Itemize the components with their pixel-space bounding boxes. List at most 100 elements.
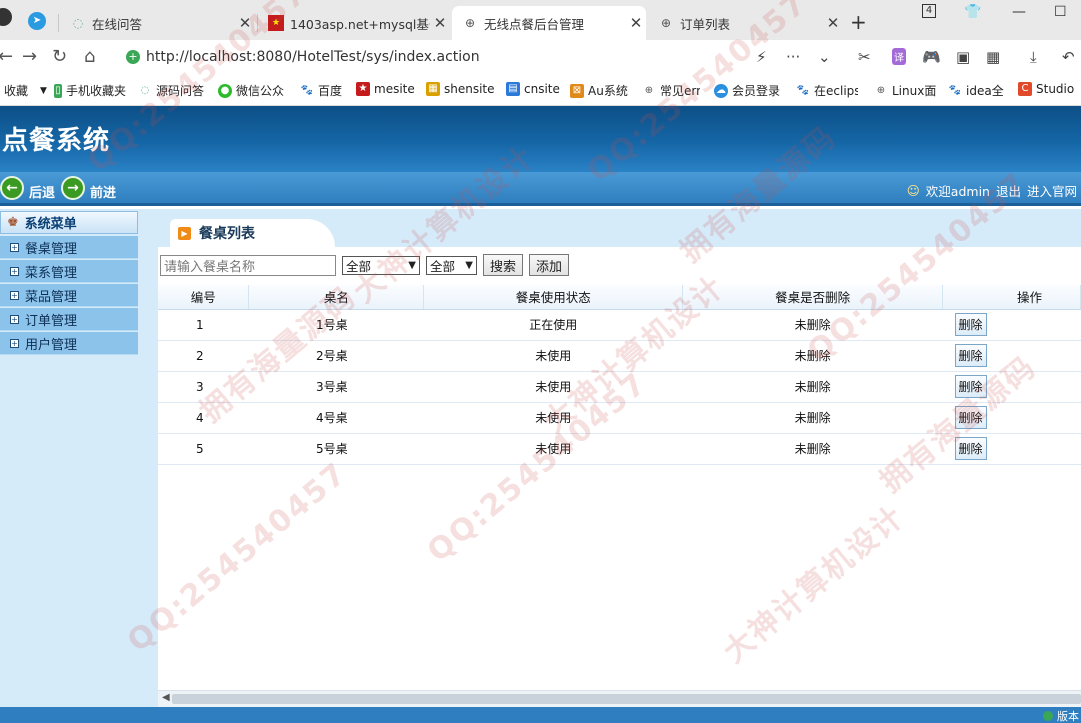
col-header-status: 餐桌使用状态 xyxy=(423,285,684,310)
address-bar-row: ← → ↻ ⌂ + http://localhost:8080/HotelTes… xyxy=(0,40,1081,74)
shield-extension-icon[interactable]: ▣ xyxy=(956,48,970,66)
content-tab-strip: ▶ 餐桌列表 xyxy=(158,209,1081,247)
scroll-thumb[interactable] xyxy=(172,694,1081,704)
bookmark-favorites[interactable]: 收藏 ▼ xyxy=(4,82,47,99)
more-icon[interactable]: ··· xyxy=(786,48,800,66)
shirt-icon[interactable]: 👕 xyxy=(964,4,981,20)
url-input[interactable]: + http://localhost:8080/HotelTest/sys/in… xyxy=(122,44,842,70)
col-header-deleted: 餐桌是否删除 xyxy=(682,285,944,310)
tab-online-qa[interactable]: ◌ 在线问答 ✕ xyxy=(60,6,255,40)
bookmark-label: cnsite xyxy=(524,82,560,96)
bookmark-baidu[interactable]: 🐾 百度 xyxy=(300,82,342,99)
sidebar-item-cuisines[interactable]: + 菜系管理 xyxy=(0,260,138,283)
bookmark-wechat[interactable]: ● 微信公众 xyxy=(218,82,284,99)
bookmark-label: Linux面 xyxy=(892,84,936,98)
bookmark-studio[interactable]: C Studio xyxy=(1018,82,1074,96)
new-tab-icon[interactable]: + xyxy=(850,10,867,34)
red-square-icon: ★ xyxy=(268,15,284,31)
user-icon: ☺ xyxy=(906,183,920,198)
add-button[interactable]: 添加 xyxy=(529,254,570,276)
telegram-icon[interactable]: ➤ xyxy=(28,12,46,30)
maximize-icon[interactable]: ☐ xyxy=(1054,4,1067,20)
bookmark-au-system[interactable]: ⊠ Au系统 xyxy=(570,82,628,99)
portal-link[interactable]: 进入官网 xyxy=(1027,181,1077,200)
delete-button[interactable]: 删除 xyxy=(954,344,987,367)
scroll-left-icon[interactable]: ◀ xyxy=(162,692,170,703)
flash-icon[interactable]: ⚡ xyxy=(756,48,767,66)
tab-admin-panel[interactable]: ⊕ 无线点餐后台管理 ✕ xyxy=(452,6,646,40)
cell-status: 未使用 xyxy=(423,433,683,465)
cell-id: 4 xyxy=(158,402,249,434)
bookmark-shensite[interactable]: ▦ shensite xyxy=(426,82,495,96)
globe-icon: ⊕ xyxy=(464,16,476,30)
undo-icon[interactable]: ↶ xyxy=(1062,48,1075,66)
tab-table-list[interactable]: ▶ 餐桌列表 xyxy=(170,219,335,247)
cell-name: 5号桌 xyxy=(248,433,424,465)
minimize-icon[interactable]: — xyxy=(1012,4,1026,20)
sidebar-item-users[interactable]: + 用户管理 xyxy=(0,332,138,355)
close-icon[interactable]: ✕ xyxy=(823,14,843,32)
bookmark-mesite[interactable]: ★ mesite xyxy=(356,82,415,96)
sidebar-item-label: 订单管理 xyxy=(25,313,78,329)
close-icon[interactable]: ✕ xyxy=(235,14,255,32)
bookmark-member-login[interactable]: ☁ 会员登录 xyxy=(714,82,780,99)
back-arrow-icon[interactable]: ← xyxy=(0,46,13,67)
sidebar-item-dishes[interactable]: + 菜品管理 xyxy=(0,284,138,307)
sidebar: ♚ 系统菜单 + 餐桌管理 + 菜系管理 + 菜品管理 + 订单管理 + 用户管… xyxy=(0,209,158,707)
dropdown-icon[interactable]: ⌄ xyxy=(818,48,831,66)
status-select[interactable]: 全部 ▼ xyxy=(342,255,420,275)
cloud-icon: ☁ xyxy=(714,83,728,98)
sidebar-item-tables[interactable]: + 餐桌管理 xyxy=(0,236,138,259)
horizontal-scrollbar[interactable]: ◀ xyxy=(158,690,1081,707)
browser-avatar[interactable] xyxy=(0,8,12,26)
forward-circle-icon[interactable]: → xyxy=(61,176,85,200)
chevron-down-icon: ▼ xyxy=(465,259,473,271)
delete-button[interactable]: 删除 xyxy=(954,375,987,398)
bookmark-mobile[interactable]: ▯ 手机收藏夹 xyxy=(54,82,126,99)
table-row: 2 2号桌 未使用 未删除 删除 xyxy=(158,340,1081,372)
tab-asp-project[interactable]: ★ 1403asp.net+mysql基于 ✕ xyxy=(258,6,450,40)
cell-action: 删除 xyxy=(942,340,1081,372)
tab-count-badge[interactable]: 4 xyxy=(922,4,936,18)
search-button[interactable]: 搜索 xyxy=(483,254,524,276)
cell-id: 5 xyxy=(158,433,249,465)
sidebar-item-orders[interactable]: + 订单管理 xyxy=(0,308,138,331)
bookmark-source-qa[interactable]: ◌ 源码问答 xyxy=(138,82,204,99)
search-input[interactable]: 请输入餐桌名称 xyxy=(160,254,336,276)
reload-icon[interactable]: ↻ xyxy=(52,46,67,67)
delete-button[interactable]: 删除 xyxy=(954,313,987,336)
apps-grid-icon[interactable]: ▦ xyxy=(986,48,1000,66)
forward-link[interactable]: 前进 xyxy=(90,182,116,201)
back-link[interactable]: 后退 xyxy=(29,182,55,201)
cell-deleted: 未删除 xyxy=(682,371,943,403)
tab-order-list[interactable]: ⊕ 订单列表 ✕ xyxy=(648,6,843,40)
download-icon[interactable]: ⤓ xyxy=(1030,48,1037,66)
bookmark-idea[interactable]: 🐾 idea全 xyxy=(948,82,1004,99)
game-icon[interactable]: 🎮 xyxy=(922,48,941,66)
caret-down-icon: ▼ xyxy=(40,85,47,96)
close-icon[interactable]: ✕ xyxy=(626,14,646,32)
bookmark-linux[interactable]: ⊕ Linux面 xyxy=(874,82,936,99)
cell-id: 3 xyxy=(158,371,249,403)
scissors-icon[interactable]: ✂ xyxy=(858,48,871,66)
expand-icon: + xyxy=(10,266,19,276)
bookmark-cnsite[interactable]: ▤ cnsite xyxy=(506,82,560,96)
back-circle-icon[interactable]: ← xyxy=(0,176,24,200)
delete-button[interactable]: 删除 xyxy=(954,437,987,460)
bookmark-eclipse[interactable]: 🐾 在eclips xyxy=(796,82,858,99)
select-value: 全部 xyxy=(430,258,456,274)
bookmark-label: 常见err xyxy=(660,84,700,98)
baidu-paw-icon: 🐾 xyxy=(948,84,962,96)
bookmark-common-err[interactable]: ⊕ 常见err xyxy=(642,82,700,99)
home-icon[interactable]: ⌂ xyxy=(84,46,95,67)
cell-action: 删除 xyxy=(942,371,1081,403)
delete-button[interactable]: 删除 xyxy=(954,406,987,429)
main-content: ▶ 餐桌列表 请输入餐桌名称 全部 ▼ 全部 ▼ 搜索 添加 编号 桌名 餐桌使… xyxy=(158,209,1081,707)
forward-arrow-icon[interactable]: → xyxy=(22,46,37,67)
close-icon[interactable]: ✕ xyxy=(430,14,450,32)
cell-deleted: 未删除 xyxy=(682,402,943,434)
cell-id: 1 xyxy=(158,309,249,341)
translate-icon[interactable]: 译 xyxy=(892,48,906,65)
logout-link[interactable]: 退出 xyxy=(996,181,1021,200)
deleted-select[interactable]: 全部 ▼ xyxy=(426,255,477,275)
